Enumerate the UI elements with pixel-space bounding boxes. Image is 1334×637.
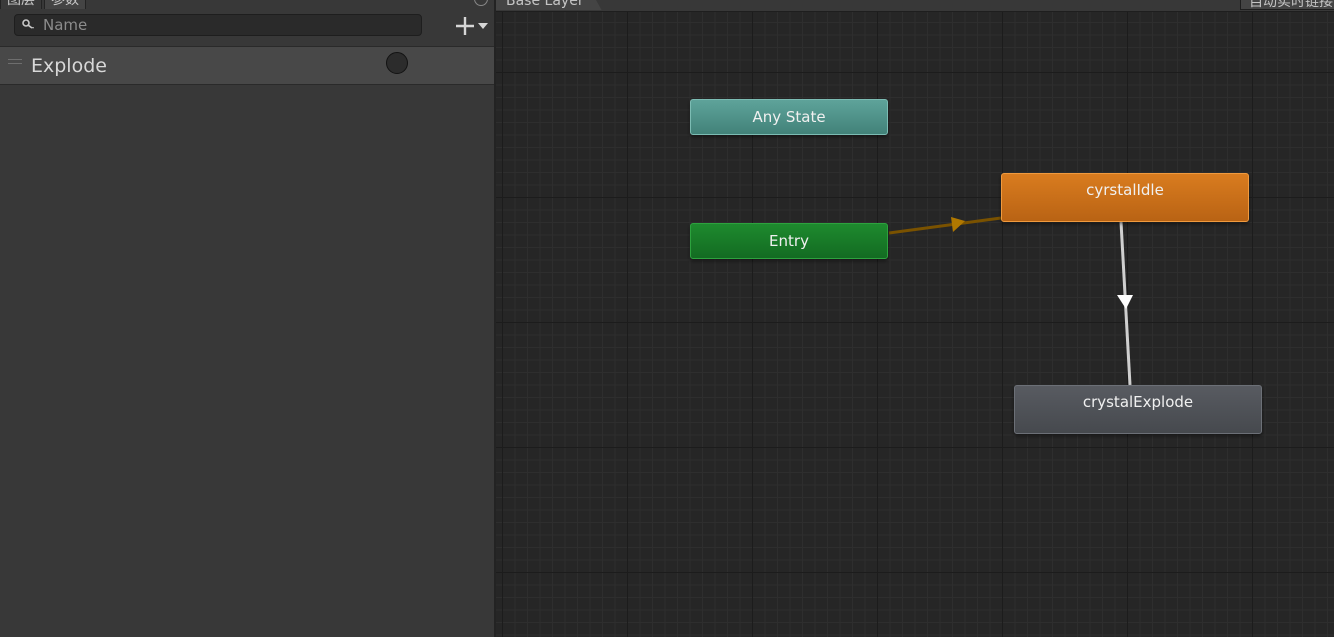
search-box[interactable] bbox=[14, 14, 422, 36]
search-input[interactable] bbox=[39, 16, 421, 34]
search-icon bbox=[19, 15, 39, 35]
trigger-radio-icon[interactable] bbox=[386, 52, 408, 74]
animator-graph[interactable]: Base Layer 自动实时链接 Any State Entry cyrsta… bbox=[496, 0, 1334, 637]
transition-arrow-icon bbox=[1117, 295, 1133, 309]
parameter-row-explode[interactable]: Explode bbox=[0, 46, 494, 85]
transition-entry-to-idle[interactable] bbox=[888, 216, 1002, 235]
parameter-name[interactable]: Explode bbox=[31, 55, 107, 77]
state-entry[interactable]: Entry bbox=[690, 223, 888, 259]
add-parameter-button[interactable] bbox=[448, 14, 492, 38]
plus-dropdown-icon bbox=[450, 14, 490, 38]
state-cyrstal-idle[interactable]: cyrstalIdle bbox=[1001, 173, 1249, 222]
eye-icon[interactable] bbox=[474, 0, 488, 6]
state-any-state[interactable]: Any State bbox=[690, 99, 888, 135]
panel-tabs: 图层 参数 bbox=[0, 0, 88, 10]
transitions-layer bbox=[888, 216, 1133, 386]
drag-handle-icon[interactable] bbox=[8, 59, 22, 67]
parameters-toolbar bbox=[0, 9, 494, 43]
parameters-panel: 图层 参数 Explode bbox=[0, 0, 496, 637]
state-crystal-explode[interactable]: crystalExplode bbox=[1014, 385, 1262, 434]
